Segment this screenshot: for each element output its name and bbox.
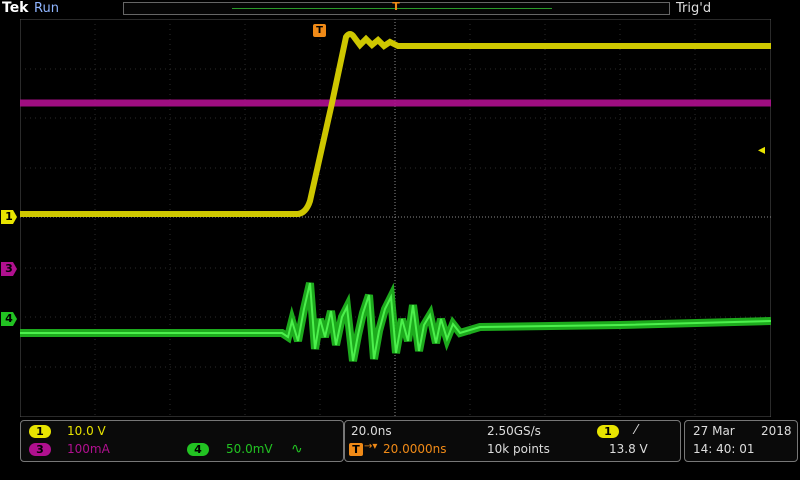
horizontal-scale: 20.0ns xyxy=(351,424,392,438)
top-status-bar: Tek Run T Trig'd xyxy=(0,0,800,18)
trigger-slope-icon: ⁄ xyxy=(635,423,638,438)
trigger-position-marker[interactable]: T xyxy=(313,24,326,37)
waveform-display[interactable] xyxy=(20,19,771,417)
trigger-level: 13.8 V xyxy=(609,442,648,456)
ch3-badge: 3 xyxy=(29,443,51,456)
ch4-scale: 50.0mV xyxy=(226,442,273,456)
ch1-scale: 10.0 V xyxy=(67,424,106,438)
ch4-badge: 4 xyxy=(187,443,209,456)
date-time-panel: 27 Mar 2018 14: 40: 01 xyxy=(684,420,798,462)
brand-logo: Tek xyxy=(2,0,29,16)
ch1-ground-marker[interactable]: 1 xyxy=(1,210,17,224)
record-length: 10k points xyxy=(487,442,550,456)
date: 27 Mar xyxy=(693,424,735,438)
ch1-badge: 1 xyxy=(29,425,51,438)
trigger-level-arrow-icon[interactable]: ◂ xyxy=(758,142,765,158)
horizontal-delay: 20.0000ns xyxy=(383,442,447,456)
ch4-bandwidth-icon: ∿ xyxy=(291,441,303,457)
time: 14: 40: 01 xyxy=(693,442,755,456)
delay-arrow-icon: →▾ xyxy=(364,441,378,452)
ch3-scale: 100mA xyxy=(67,442,110,456)
ch3-ground-marker[interactable]: 3 xyxy=(1,262,17,276)
trigger-state: Trig'd xyxy=(676,1,712,16)
timebase-trigger-panel[interactable]: 20.0ns 2.50GS/s 1 ⁄ T →▾ 20.0000ns 10k p… xyxy=(344,420,681,462)
sample-rate: 2.50GS/s xyxy=(487,424,541,438)
delay-trigger-icon: T xyxy=(349,443,363,456)
channel-settings-panel[interactable]: 1 10.0 V 3 100mA 4 50.0mV ∿ xyxy=(20,420,344,462)
record-trigger-marker: T xyxy=(392,0,400,13)
acquisition-state: Run xyxy=(34,1,59,16)
trigger-source-badge: 1 xyxy=(597,425,619,438)
year: 2018 xyxy=(761,424,792,438)
ch4-ground-marker[interactable]: 4 xyxy=(1,312,17,326)
